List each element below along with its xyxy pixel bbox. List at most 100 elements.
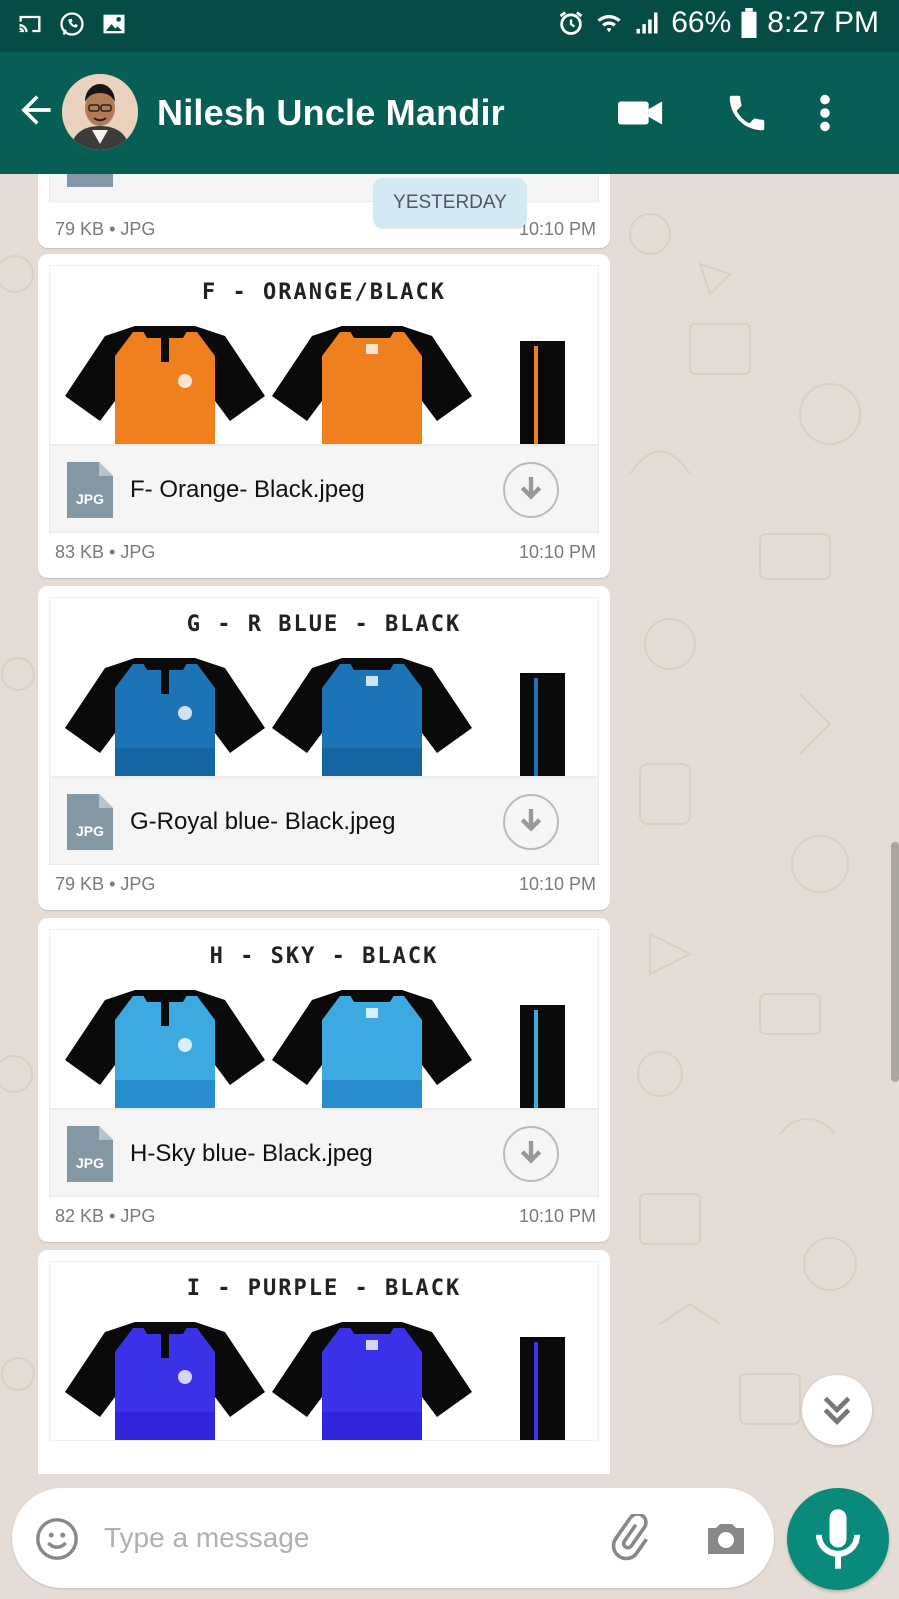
collar: [347, 990, 397, 1002]
jersey-back: [272, 1322, 472, 1440]
double-chevron-down-icon: [823, 1396, 851, 1425]
file-size: 82 KB: [55, 1206, 105, 1226]
message-input[interactable]: [104, 1514, 574, 1562]
phone-call-icon[interactable]: [722, 90, 772, 136]
file-meta: 83 KB • JPG: [55, 542, 155, 563]
jersey-back: [272, 326, 472, 444]
message-bubble[interactable]: G - R BLUE - BLACK JPG G-Royal blue- Bla…: [38, 586, 610, 910]
cast-icon: [19, 15, 41, 33]
trouser: [520, 1337, 565, 1440]
trouser: [520, 341, 565, 444]
contact-name[interactable]: Nilesh Uncle Mandir: [157, 92, 505, 134]
download-button[interactable]: [503, 1126, 559, 1182]
file-type: JPG: [120, 542, 156, 562]
file-type: JPG: [120, 219, 156, 239]
jersey-back: [272, 658, 472, 776]
date-chip: YESTERDAY: [373, 178, 527, 228]
chat-header: Nilesh Uncle Mandir: [0, 52, 899, 174]
download-button[interactable]: [503, 462, 559, 518]
jersey-hem: [322, 416, 422, 444]
meta-separator: •: [109, 1206, 116, 1226]
message-bubble[interactable]: H - SKY - BLACK JPG H-Sky blue- Black.jp…: [38, 918, 610, 1242]
jpg-file-icon: [67, 174, 113, 187]
trouser-stripe: [534, 346, 538, 444]
message-time: 10:10 PM: [518, 1206, 596, 1226]
image-preview[interactable]: G - R BLUE - BLACK: [49, 597, 599, 777]
image-preview[interactable]: H - SKY - BLACK: [49, 929, 599, 1109]
jersey-hem: [115, 416, 215, 444]
logo-badge: [178, 706, 192, 720]
logo-badge: [178, 374, 192, 388]
back-tag: [366, 344, 378, 354]
back-tag: [366, 676, 378, 686]
file-size: 83 KB: [55, 542, 105, 562]
download-button[interactable]: [503, 794, 559, 850]
clock: 8:27 PM: [767, 6, 879, 39]
gallery-icon: [103, 14, 125, 34]
jersey-back: [272, 990, 472, 1108]
chat-area[interactable]: 79 KB • JPG 10:10 PM F - ORANGE/BLACK JP…: [0, 174, 899, 1474]
jersey-image: [65, 326, 565, 444]
file-name: H-Sky blue- Black.jpeg: [130, 1140, 373, 1167]
collar: [347, 1322, 397, 1334]
back-arrow-icon[interactable]: [14, 88, 58, 132]
placket: [161, 670, 169, 694]
file-icon-label: JPG: [76, 1155, 104, 1171]
collar: [140, 326, 190, 338]
file-meta: 79 KB • JPG: [55, 219, 155, 240]
file-icon-label: JPG: [76, 491, 104, 507]
back-tag: [366, 1008, 378, 1018]
collar: [347, 658, 397, 670]
trouser: [520, 673, 565, 776]
trouser: [520, 1005, 565, 1108]
mic-button[interactable]: [787, 1488, 889, 1590]
scrollbar[interactable]: [891, 842, 899, 1082]
jpg-file-icon: JPG: [67, 462, 113, 518]
battery-icon: [741, 8, 757, 38]
collar: [140, 658, 190, 670]
jersey-hem: [322, 748, 422, 776]
jersey-hem: [322, 1080, 422, 1108]
camera-icon[interactable]: [702, 1514, 750, 1562]
placket: [161, 1334, 169, 1358]
meta-separator: •: [109, 874, 116, 894]
collar: [347, 326, 397, 338]
more-options-icon[interactable]: [810, 90, 840, 136]
jersey-image: [65, 658, 565, 776]
trouser-stripe: [534, 1010, 538, 1108]
file-row[interactable]: JPG H-Sky blue- Black.jpeg: [49, 1109, 599, 1197]
file-icon-label: JPG: [76, 823, 104, 839]
download-arrow-icon: [520, 809, 542, 832]
contact-avatar[interactable]: [62, 74, 138, 150]
file-row[interactable]: JPG G-Royal blue- Black.jpeg: [49, 777, 599, 865]
jersey-front: [65, 326, 265, 444]
file-meta: 79 KB • JPG: [55, 874, 155, 895]
jersey-hem: [115, 1412, 215, 1440]
download-arrow-icon: [520, 1141, 542, 1164]
message-time: 10:10 PM: [518, 542, 596, 562]
collar: [140, 1322, 190, 1334]
image-preview[interactable]: I - PURPLE - BLACK: [49, 1261, 599, 1441]
file-type: JPG: [120, 874, 156, 894]
image-preview[interactable]: F - ORANGE/BLACK: [49, 265, 599, 445]
status-bar-right: 66% 8:27 PM: [557, 6, 879, 40]
jersey-image: [65, 1322, 565, 1440]
attach-icon[interactable]: [606, 1514, 654, 1562]
message-bubble[interactable]: F - ORANGE/BLACK JPG F- Orange- Black.jp…: [38, 254, 610, 578]
alarm-icon: [559, 11, 583, 35]
video-call-icon[interactable]: [616, 90, 666, 136]
avatar-photo: [62, 74, 138, 150]
jersey-front: [65, 990, 265, 1108]
back-tag: [366, 1340, 378, 1350]
jersey-image: [65, 990, 565, 1108]
meta-separator: •: [109, 542, 116, 562]
trouser-stripe: [534, 1342, 538, 1440]
emoji-icon[interactable]: [34, 1516, 80, 1562]
wifi-icon: [597, 15, 621, 33]
scroll-to-bottom-button[interactable]: [802, 1375, 872, 1445]
message-time: 10:10 PM: [518, 219, 596, 239]
file-row[interactable]: JPG F- Orange- Black.jpeg: [49, 445, 599, 533]
signal-icon: [636, 12, 658, 34]
message-bubble[interactable]: I - PURPLE - BLACK: [38, 1250, 610, 1474]
file-size: 79 KB: [55, 219, 105, 239]
